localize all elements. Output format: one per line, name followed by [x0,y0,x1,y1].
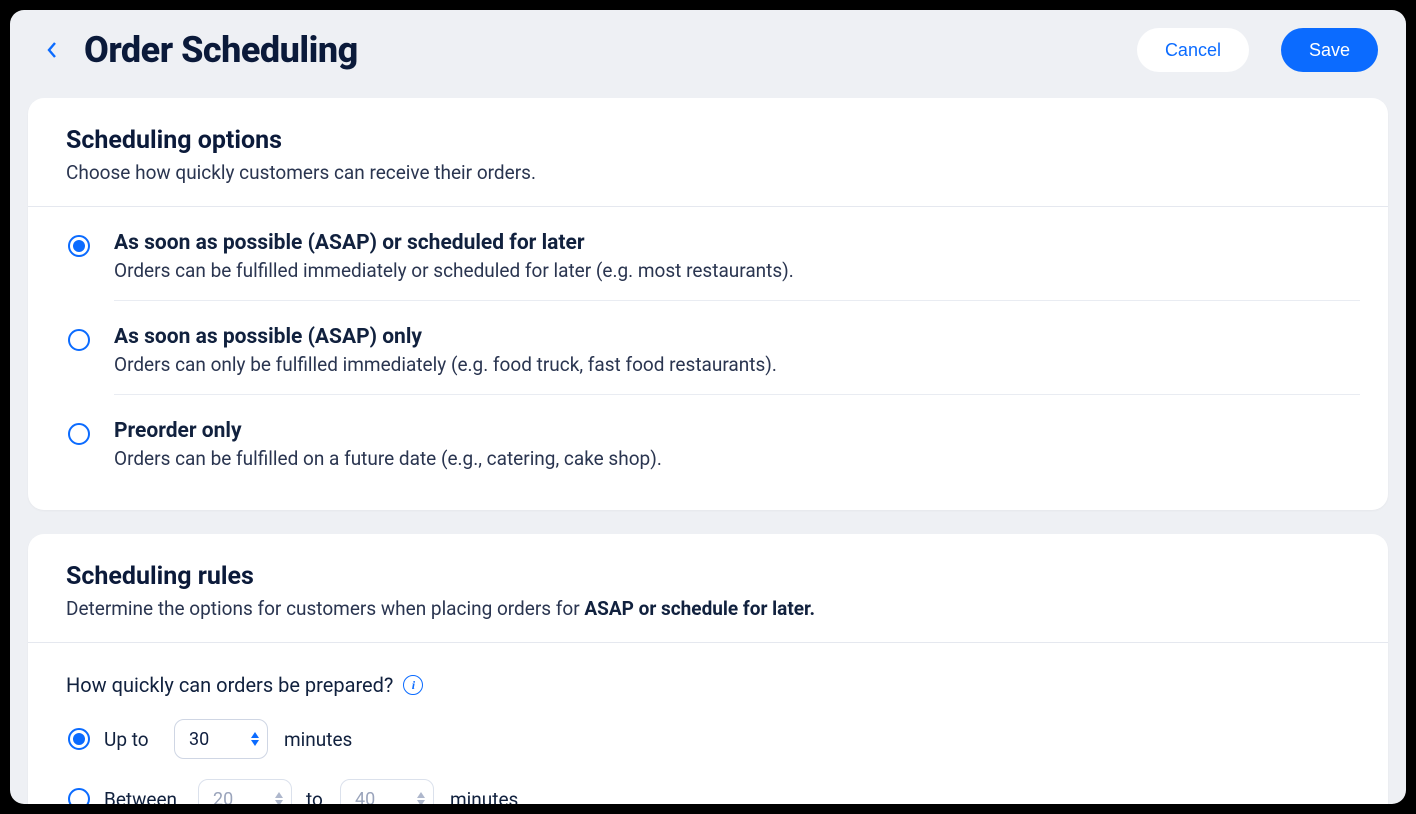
prep-time-between-option[interactable]: Between 20 to 40 minutes [68,779,1350,804]
option-title: As soon as possible (ASAP) only [114,325,1350,349]
option-title: Preorder only [114,419,1350,443]
info-icon[interactable]: i [403,675,423,695]
upto-unit: minutes [284,728,352,751]
card-title: Scheduling rules [66,562,1350,591]
radio-between[interactable] [68,788,90,804]
option-desc: Orders can be fulfilled on a future date… [114,447,1350,470]
scheduling-options-card: Scheduling options Choose how quickly cu… [28,98,1388,510]
chevron-left-icon [45,40,59,60]
radio-asap-or-later[interactable] [68,235,90,257]
scheduling-option-preorder[interactable]: Preorder only Orders can be fulfilled on… [28,395,1388,488]
radio-upto[interactable] [68,728,90,750]
between-from-stepper[interactable]: 20 [198,779,292,804]
between-from-value: 20 [213,789,265,805]
option-desc: Orders can be fulfilled immediately or s… [114,259,1350,282]
stepper-arrows-icon[interactable] [273,791,285,804]
prep-time-question: How quickly can orders be prepared? [66,673,393,697]
upto-minutes-stepper[interactable]: 30 [174,719,268,759]
between-to-value: 40 [355,789,407,805]
cancel-button[interactable]: Cancel [1137,28,1249,72]
card-subtitle: Choose how quickly customers can receive… [66,161,1350,184]
between-unit: minutes [450,788,518,805]
scheduling-option-asap-or-later[interactable]: As soon as possible (ASAP) or scheduled … [28,207,1388,300]
card-subtitle: Determine the options for customers when… [66,597,1350,620]
page-header: Order Scheduling Cancel Save [10,10,1406,98]
stepper-arrows-icon[interactable] [249,731,261,747]
option-desc: Orders can only be fulfilled immediately… [114,353,1350,376]
save-button[interactable]: Save [1281,28,1378,72]
subtitle-bold: ASAP or schedule for later. [584,597,815,620]
between-label: Between [104,788,184,805]
between-to-stepper[interactable]: 40 [340,779,434,804]
page-title: Order Scheduling [84,29,358,71]
upto-value: 30 [189,729,241,750]
radio-asap-only[interactable] [68,329,90,351]
upto-label: Up to [104,728,160,751]
radio-preorder[interactable] [68,423,90,445]
scheduling-option-asap-only[interactable]: As soon as possible (ASAP) only Orders c… [28,301,1388,394]
card-title: Scheduling options [66,126,1350,155]
subtitle-prefix: Determine the options for customers when… [66,597,584,620]
option-title: As soon as possible (ASAP) or scheduled … [114,231,1350,255]
back-button[interactable] [38,36,66,64]
to-label: to [306,788,326,805]
prep-time-upto-option[interactable]: Up to 30 minutes [68,719,1350,759]
scheduling-rules-card: Scheduling rules Determine the options f… [28,534,1388,804]
stepper-arrows-icon[interactable] [415,791,427,804]
